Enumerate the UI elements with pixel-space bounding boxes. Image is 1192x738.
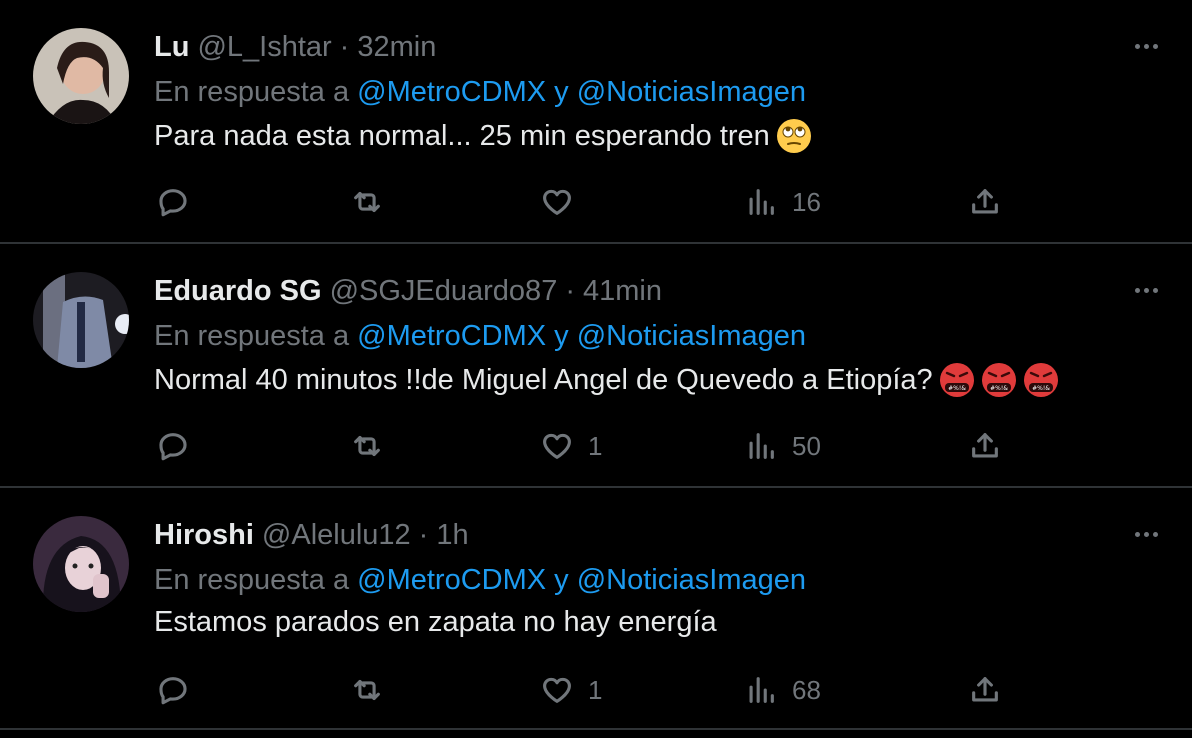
more-options-icon[interactable] [1128,34,1164,58]
tweet-text: Para nada esta normal... 25 min esperand… [154,118,812,154]
like-button[interactable] [540,180,588,224]
views-button[interactable]: 68 [744,668,821,712]
tweet-header: Hiroshi @Alelulu12 · 1h [154,519,469,552]
author-name[interactable]: Hiroshi [154,519,254,552]
view-count: 68 [792,674,821,705]
share-button[interactable] [968,180,1002,224]
tweet-header: Lu @L_Ishtar · 32min [154,31,436,64]
separator: · [339,31,350,63]
author-handle[interactable]: @SGJEduardo87 [330,275,558,308]
views-button[interactable]: 16 [744,180,821,224]
retweet-icon [354,435,380,457]
reply-icon [159,189,187,217]
reply-icon [159,433,187,461]
cursing-face-emoji-icon: #%!& [939,363,974,397]
mention-link[interactable]: @MetroCDMX [357,76,546,108]
like-count: 1 [588,674,603,705]
retweet-icon [354,191,380,213]
tweet-body: Para nada esta normal... 25 min esperand… [154,119,770,152]
retweet-icon [354,679,380,701]
tweet-body: Estamos parados en zapata no hay energía [154,606,717,638]
more-options-icon[interactable] [1128,278,1164,302]
svg-text:#%!&: #%!& [1032,385,1050,392]
retweet-button[interactable] [350,424,384,468]
view-count: 16 [792,186,821,217]
view-count: 50 [792,430,821,461]
tweet-text: Normal 40 minutos !!de Miguel Angel de Q… [154,362,1059,398]
share-button[interactable] [968,424,1002,468]
reply-button[interactable] [156,424,190,468]
reply-button[interactable] [156,668,190,712]
svg-text:#%!&: #%!& [990,385,1008,392]
separator: · [565,275,575,307]
like-button[interactable]: 1 [540,424,602,468]
views-icon [749,433,774,459]
reply-context: En respuesta a @MetroCDMX y @NoticiasIma… [154,76,806,109]
tweet-header: Eduardo SG @SGJEduardo87 · 41min [154,275,662,308]
timestamp[interactable]: 41min [583,275,662,308]
share-button[interactable] [968,668,1002,712]
tweet-actions: 16 [0,180,1192,224]
cursing-face-emoji-icon: #%!& [1023,363,1058,397]
mention-link[interactable]: @MetroCDMX [357,320,546,352]
tweet[interactable]: Hiroshi @Alelulu12 · 1h En respuesta a @… [0,488,1192,730]
more-options-icon[interactable] [1128,522,1164,546]
mention-link[interactable]: @NoticiasImagen [577,320,806,352]
reply-context: En respuesta a @MetroCDMX y @NoticiasIma… [154,564,806,597]
tweet-text: Estamos parados en zapata no hay energía [154,606,717,639]
reply-context: En respuesta a @MetroCDMX y @NoticiasIma… [154,320,806,353]
mention-link[interactable]: @NoticiasImagen [577,76,806,108]
author-name[interactable]: Lu [154,31,189,64]
mention-link[interactable]: @NoticiasImagen [577,564,806,596]
timestamp[interactable]: 32min [357,31,436,64]
reply-joiner: y [554,564,569,596]
rolling-eyes-emoji-icon [776,119,811,153]
tweet-actions: 1 50 [0,424,1192,468]
like-button[interactable]: 1 [540,668,602,712]
avatar[interactable] [33,272,129,368]
reply-joiner: y [554,320,569,352]
retweet-button[interactable] [350,180,384,224]
reply-button[interactable] [156,180,190,224]
reply-prefix: En respuesta a [154,564,350,596]
separator: · [418,519,429,551]
reply-prefix: En respuesta a [154,76,350,108]
svg-text:#%!&: #%!& [948,385,966,392]
timestamp[interactable]: 1h [436,519,468,552]
tweet-actions: 1 68 [0,668,1192,712]
reply-joiner: y [554,76,569,108]
heart-icon [543,189,571,215]
views-button[interactable]: 50 [744,424,821,468]
cursing-face-emoji-icon: #%!& [981,363,1016,397]
avatar[interactable] [33,516,129,612]
avatar[interactable] [33,28,129,124]
tweet[interactable]: Lu @L_Ishtar · 32min En respuesta a @Met… [0,0,1192,244]
mention-link[interactable]: @MetroCDMX [357,564,546,596]
views-icon [749,189,774,215]
reply-icon [159,677,187,705]
tweet-body: Normal 40 minutos !!de Miguel Angel de Q… [154,363,933,396]
share-icon [972,189,998,214]
views-icon [749,677,774,703]
author-name[interactable]: Eduardo SG [154,275,322,308]
heart-icon [543,677,571,703]
share-icon [972,433,998,458]
author-handle[interactable]: @Alelulu12 [262,519,411,552]
tweet[interactable]: Eduardo SG @SGJEduardo87 · 41min En resp… [0,244,1192,488]
retweet-button[interactable] [350,668,384,712]
reply-prefix: En respuesta a [154,320,350,352]
like-count: 1 [588,430,603,461]
share-icon [972,677,998,702]
heart-icon [543,433,571,459]
author-handle[interactable]: @L_Ishtar [197,31,331,64]
